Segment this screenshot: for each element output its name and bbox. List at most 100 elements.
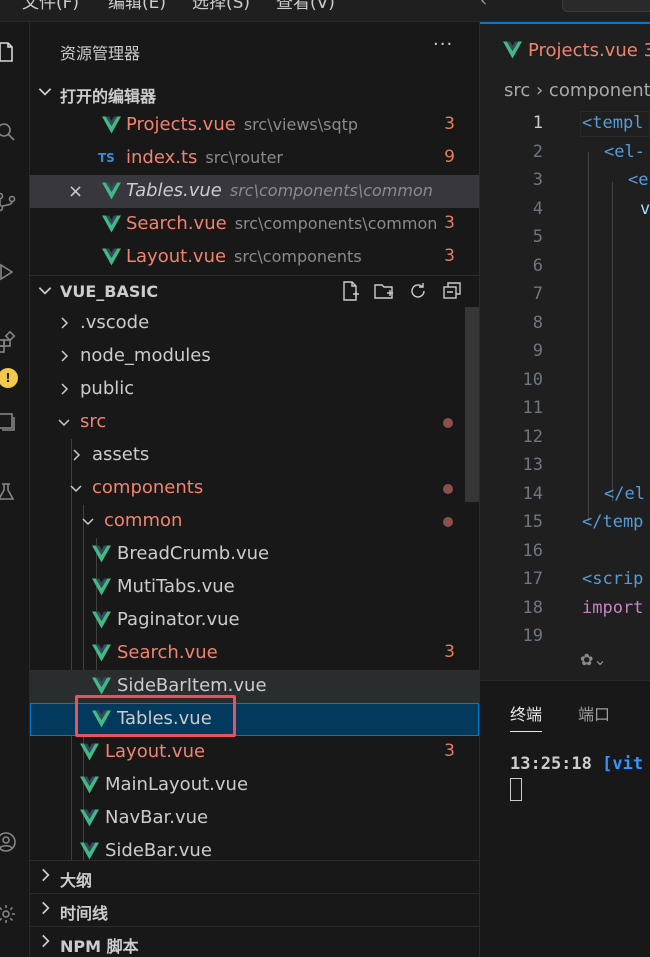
tab-ports[interactable]: 端口	[578, 701, 610, 725]
tree-file[interactable]: SideBarItem.vue	[30, 670, 479, 703]
chevron-right-icon	[61, 317, 69, 329]
tree-folder[interactable]: common	[30, 505, 479, 538]
tree-file[interactable]: Paginator.vue	[30, 604, 479, 637]
file-path: src\components\common	[234, 214, 438, 233]
copilot-icon[interactable]: ✿⌄	[580, 650, 607, 669]
code-line[interactable]: </temp	[582, 512, 643, 532]
tree-file[interactable]: Layout.vue 3	[30, 736, 479, 769]
line-number: 18	[522, 598, 543, 618]
source-control-icon[interactable]	[0, 190, 18, 214]
folder-name: common	[104, 510, 183, 531]
vue-icon	[102, 248, 121, 266]
tree-file[interactable]: BreadCrumb.vue	[30, 538, 479, 571]
explorer-title: 资源管理器	[60, 44, 141, 63]
chevron-right-icon	[42, 934, 50, 948]
line-number: 14	[522, 484, 543, 504]
outline-header[interactable]: 大纲	[30, 860, 479, 890]
menu-selection[interactable]: 选择(S)	[192, 0, 250, 13]
settings-gear-icon[interactable]	[0, 902, 18, 926]
vue-icon	[102, 116, 121, 134]
explorer-icon[interactable]	[0, 40, 18, 64]
file-name: SideBarItem.vue	[117, 675, 267, 696]
open-editor-item[interactable]: Layout.vue src\components 3	[30, 241, 479, 274]
open-editor-item[interactable]: TS index.ts src\router 9	[30, 142, 479, 175]
menu-file[interactable]: 文件(F)	[22, 0, 79, 13]
line-number: 6	[532, 256, 543, 276]
refresh-icon[interactable]	[407, 280, 431, 302]
close-editor-icon[interactable]: ×	[68, 181, 83, 202]
menu-view[interactable]: 查看(V)	[276, 0, 335, 13]
problem-count: 3	[444, 741, 455, 761]
editor-tab-active[interactable]: Projects.vue 3	[480, 22, 650, 75]
problem-count: 3	[444, 246, 455, 266]
timeline-label: 时间线	[60, 904, 109, 923]
vue-icon	[102, 215, 121, 233]
account-icon[interactable]	[0, 830, 18, 854]
line-number: 4	[532, 199, 543, 219]
code-line[interactable]: v	[640, 199, 650, 219]
run-debug-icon[interactable]	[0, 260, 18, 284]
project-label: VUE_BASIC	[60, 282, 159, 301]
open-editor-item[interactable]: Search.vue src\components\common 3	[30, 208, 479, 241]
project-header[interactable]: VUE_BASIC	[30, 275, 479, 305]
tree-folder[interactable]: src	[30, 406, 479, 439]
tree-folder[interactable]: components	[30, 472, 479, 505]
vue-icon	[80, 809, 99, 827]
bottom-panel: 终端 端口 13:25:18 [vit	[480, 680, 650, 957]
open-editors-label: 打开的编辑器	[60, 87, 157, 106]
breadcrumb[interactable]: src › components	[504, 80, 650, 101]
tree-file-selected[interactable]: Tables.vue	[30, 703, 479, 736]
code-line[interactable]: import	[582, 598, 643, 618]
code-line[interactable]: <templ	[582, 113, 643, 133]
tree-file[interactable]: MutiTabs.vue	[30, 571, 479, 604]
npm-scripts-header[interactable]: NPM 脚本	[30, 926, 479, 956]
more-actions-icon[interactable]: ···	[433, 34, 453, 55]
back-arrow-icon[interactable]: ‹	[480, 0, 487, 11]
chevron-right-icon	[61, 383, 69, 395]
folder-name: node_modules	[80, 345, 211, 366]
tree-folder[interactable]: node_modules	[30, 340, 479, 373]
file-path: src\components\common	[229, 181, 433, 200]
line-number: 5	[532, 227, 543, 247]
tree-folder[interactable]: public	[30, 373, 479, 406]
tab-terminal[interactable]: 终端	[510, 701, 543, 732]
command-center[interactable]	[562, 0, 650, 12]
tree-file[interactable]: NavBar.vue	[30, 802, 479, 835]
vue-icon	[80, 743, 99, 761]
testing-icon[interactable]	[0, 480, 18, 504]
terminal-cursor[interactable]	[510, 778, 522, 801]
remote-explorer-icon[interactable]	[0, 410, 18, 434]
tree-file[interactable]: MainLayout.vue	[30, 769, 479, 802]
timeline-header[interactable]: 时间线	[30, 893, 479, 923]
file-name: NavBar.vue	[105, 807, 209, 828]
code-line[interactable]: <scrip	[582, 569, 643, 589]
new-file-icon[interactable]	[339, 280, 363, 302]
file-name: Search.vue	[126, 213, 227, 234]
line-number: 8	[532, 313, 543, 333]
code-line[interactable]: <el-	[604, 142, 645, 162]
extensions-icon[interactable]	[0, 330, 18, 354]
new-folder-icon[interactable]	[373, 280, 397, 302]
vue-icon	[92, 578, 111, 596]
tree-folder[interactable]: .vscode	[30, 307, 479, 340]
file-path: src\views\sqtp	[243, 115, 359, 134]
open-editor-item-active[interactable]: × Tables.vue src\components\common	[30, 175, 479, 208]
line-number: 10	[522, 370, 543, 390]
line-number: 12	[522, 427, 543, 447]
vue-icon	[80, 842, 99, 860]
menu-edit[interactable]: 编辑(E)	[108, 0, 166, 13]
collapse-all-icon[interactable]	[441, 280, 465, 302]
line-number: 1	[532, 113, 543, 133]
search-icon[interactable]	[0, 120, 18, 144]
sidebar-scrollbar[interactable]	[465, 307, 479, 502]
open-editors-header[interactable]: 打开的编辑器	[30, 77, 479, 107]
open-editor-item[interactable]: Projects.vue src\views\sqtp 3	[30, 109, 479, 142]
tree-file[interactable]: Search.vue 3	[30, 637, 479, 670]
vue-icon	[92, 644, 111, 662]
code-line[interactable]: <e	[628, 170, 648, 190]
chevron-right-icon	[73, 449, 81, 461]
code-line[interactable]: </el	[604, 484, 645, 504]
tree-folder[interactable]: assets	[30, 439, 479, 472]
vue-icon	[102, 182, 121, 200]
editor-tab-bar: Projects.vue 3	[480, 22, 650, 75]
